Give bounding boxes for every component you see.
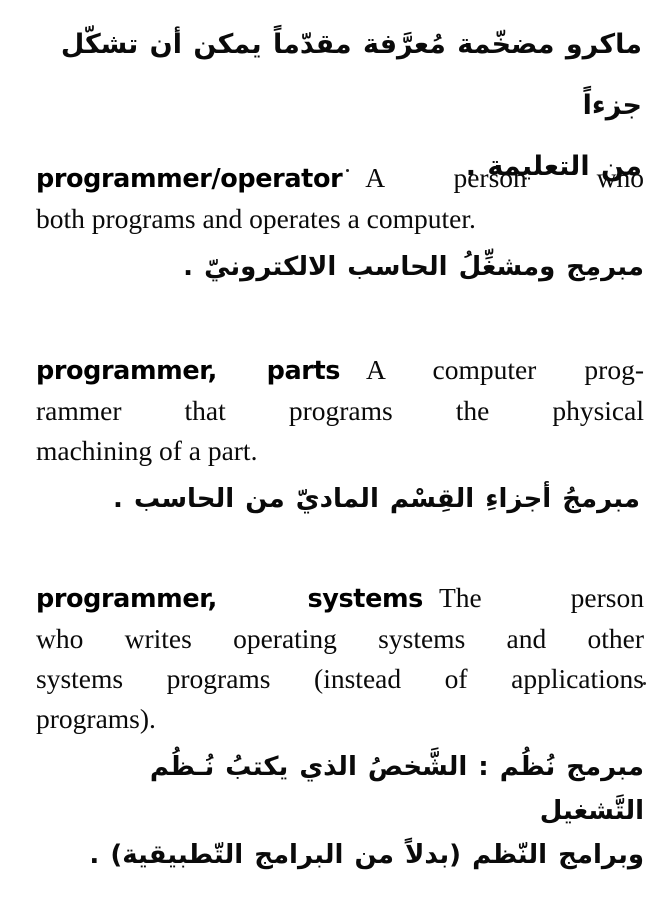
entry-line-2: both programs and operates a computer.	[36, 199, 644, 239]
entry-definition-line-1: The person	[438, 582, 644, 613]
entry-definition-line-1: A person who	[365, 162, 644, 193]
entry-arabic-gloss: مبرمِج ومشغِّلُ الحاسب الالكترونيّ .	[36, 245, 644, 289]
entry-line-1: programmer/operator A person who	[36, 158, 644, 199]
entry-english-body: programmer, systems The person who writes…	[36, 578, 644, 739]
entry-arabic-gloss-line-1: مبرمِج ومشغِّلُ الحاسب الالكترونيّ .	[183, 252, 644, 282]
entry-definition-line-3: systems programs (instead of application…	[36, 663, 644, 694]
dictionary-entry-programmer-systems: programmer, systems The person who writes…	[36, 578, 644, 877]
entry-arabic-gloss-line-1: مبرمج نُظُم : الشَّخصُ الذي يكتبُ نُـظُم…	[149, 752, 644, 826]
entry-definition-line-2: rammer that programs the physical	[36, 395, 644, 426]
entry-arabic-gloss-line-1: مبرمجُ أجزاءِ القِسْم الماديّ من الحاسب …	[113, 484, 640, 514]
entry-headword: programmer, parts	[36, 356, 341, 386]
dictionary-entry-programmer-parts: programmer, parts A computer prog- rammer…	[36, 350, 644, 521]
entry-line-4: programs).	[36, 699, 644, 739]
margin-speck-icon	[643, 682, 646, 685]
arabic-continuation-line-1: ماكرو مضخّمة مُعرَّفة مقدّماً يمكن أن تش…	[60, 29, 642, 121]
entry-definition-line-4: programs).	[36, 703, 156, 734]
entry-definition-line-2: both programs and operates a computer.	[36, 203, 476, 234]
entry-arabic-gloss: مبرمجُ أجزاءِ القِسْم الماديّ من الحاسب …	[36, 477, 644, 521]
entry-headword: programmer, systems	[36, 584, 423, 614]
entry-line-1: programmer, systems The person	[36, 578, 644, 619]
entry-line-2: who writes operating systems and other	[36, 619, 644, 659]
entry-arabic-gloss: مبرمج نُظُم : الشَّخصُ الذي يكتبُ نُـظُم…	[36, 745, 644, 877]
entry-definition-line-3: machining of a part.	[36, 435, 258, 466]
entry-english-body: programmer/operator A person who both pro…	[36, 158, 644, 239]
entry-arabic-gloss-line-2: وبرامج النّظم (بدلاً من البرامج التّطبيق…	[89, 840, 644, 870]
entry-line-1: programmer, parts A computer prog-	[36, 350, 644, 391]
dictionary-entry-programmer-operator: programmer/operator A person who both pro…	[36, 158, 644, 289]
entry-headword: programmer/operator	[36, 164, 343, 194]
entry-line-3: machining of a part.	[36, 431, 644, 471]
entry-line-2: rammer that programs the physical	[36, 391, 644, 431]
entry-definition-line-2: who writes operating systems and other	[36, 623, 644, 654]
entry-line-3: systems programs (instead of application…	[36, 659, 644, 699]
entry-definition-line-1: A computer prog-	[366, 354, 644, 385]
entry-english-body: programmer, parts A computer prog- rammer…	[36, 350, 644, 471]
dictionary-page: ماكرو مضخّمة مُعرَّفة مقدّماً يمكن أن تش…	[0, 0, 672, 900]
scan-speck-icon	[346, 168, 350, 172]
